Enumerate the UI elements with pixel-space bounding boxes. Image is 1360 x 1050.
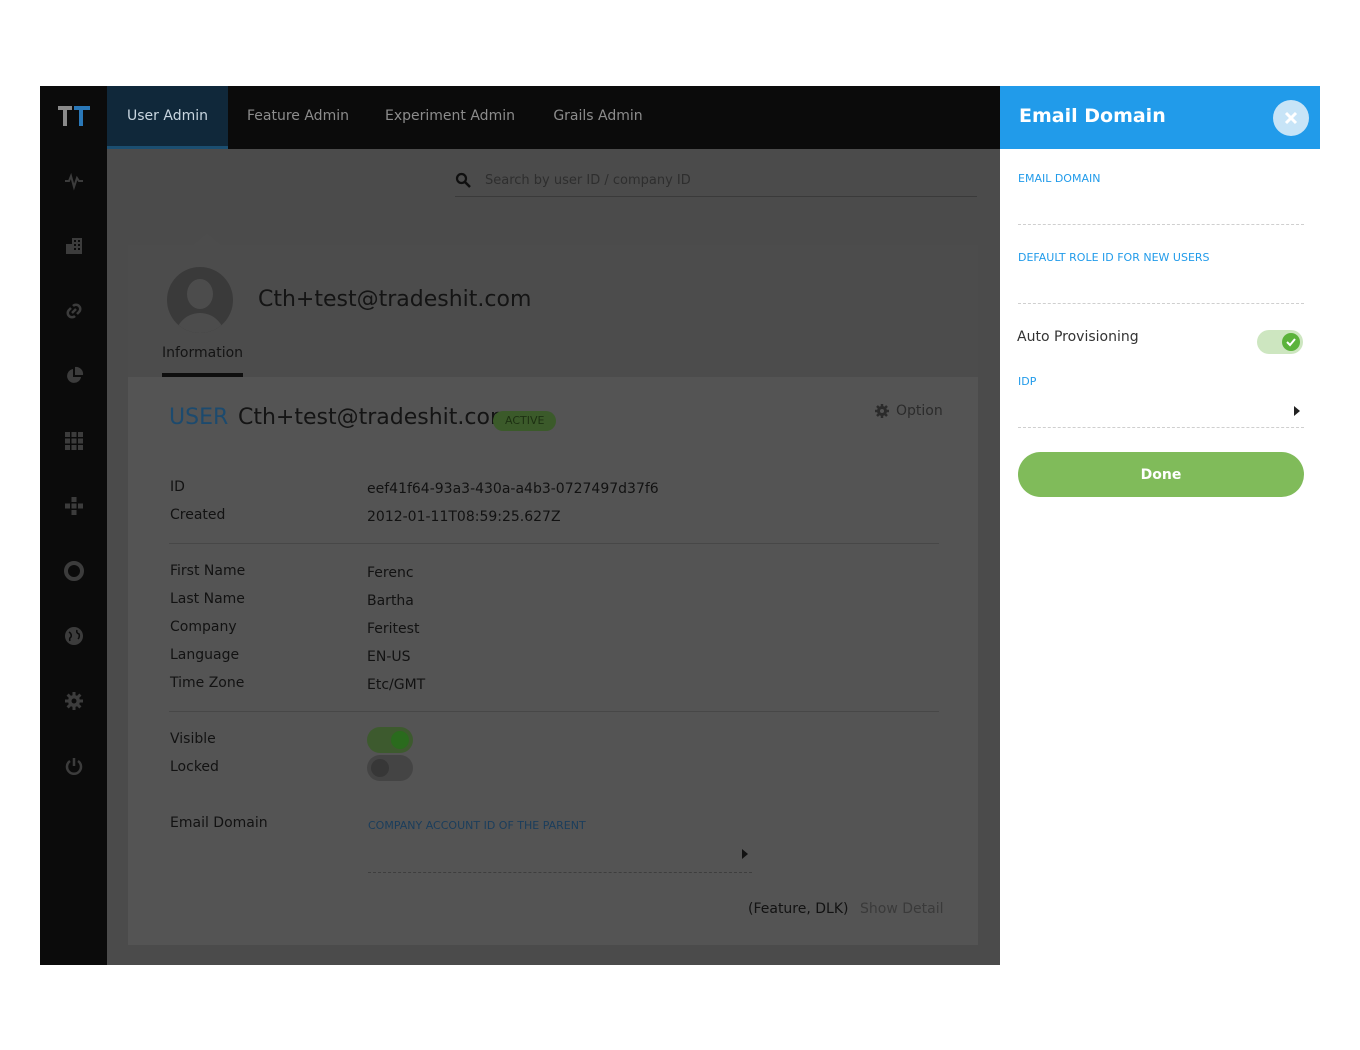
- user-heading: USER: [169, 405, 229, 430]
- sidebar-item-logout[interactable]: [40, 746, 107, 786]
- sidebar-item-network[interactable]: [40, 486, 107, 526]
- first-name-label: First Name: [170, 563, 246, 579]
- caret-right-icon: [742, 849, 748, 859]
- power-icon: [65, 758, 82, 775]
- auto-provisioning-toggle[interactable]: [1257, 330, 1303, 354]
- option-button[interactable]: Option: [874, 403, 943, 419]
- user-email: Cth+test@tradeshit.com: [238, 405, 512, 430]
- timezone-value: Etc/GMT: [367, 677, 426, 693]
- last-name-value: Bartha: [367, 593, 414, 609]
- toggle-knob: [1282, 333, 1300, 351]
- show-detail-link[interactable]: Show Detail: [860, 901, 943, 917]
- top-nav: User Admin Feature Admin Experiment Admi…: [107, 86, 1000, 149]
- sidebar-rail: [40, 86, 107, 965]
- search-bar: [455, 167, 977, 197]
- company-label: Company: [170, 619, 237, 635]
- close-button[interactable]: [1273, 100, 1309, 136]
- sidebar-item-companies[interactable]: [40, 226, 107, 266]
- avatar: [167, 267, 233, 333]
- company-value: Feritest: [367, 621, 420, 637]
- sidebar-item-support[interactable]: [40, 551, 107, 591]
- done-button[interactable]: Done: [1018, 452, 1304, 497]
- idp-label: IDP: [1018, 375, 1037, 388]
- search-input[interactable]: [485, 169, 965, 191]
- idp-select[interactable]: [1018, 394, 1304, 428]
- pulse-icon: [64, 172, 83, 191]
- app-logo-icon: [58, 106, 90, 126]
- tab-feature-admin[interactable]: Feature Admin: [238, 86, 358, 149]
- visible-toggle[interactable]: [367, 727, 413, 753]
- dots-cross-icon: [64, 497, 83, 515]
- locked-label: Locked: [170, 759, 219, 775]
- tab-user-admin[interactable]: User Admin: [107, 86, 228, 149]
- app-window: User Admin Feature Admin Experiment Admi…: [40, 86, 1000, 965]
- language-value: EN-US: [367, 649, 411, 665]
- avatar-head: [187, 279, 213, 309]
- email-domain-input[interactable]: [1018, 197, 1304, 225]
- gear-icon: [64, 692, 83, 710]
- default-role-field-label: DEFAULT ROLE ID FOR NEW USERS: [1018, 251, 1210, 264]
- tab-grails-admin[interactable]: Grails Admin: [545, 86, 651, 149]
- gear-icon: [875, 404, 889, 418]
- profile-name: Cth+test@tradeshit.com: [258, 287, 532, 312]
- profile-header: Cth+test@tradeshit.com Information: [128, 233, 978, 377]
- pie-chart-icon: [66, 366, 83, 383]
- globe-icon: [64, 627, 83, 645]
- default-role-input[interactable]: [1018, 276, 1304, 304]
- panel-title: Email Domain: [1019, 105, 1166, 127]
- created-value: 2012-01-11T08:59:25.627Z: [367, 509, 561, 525]
- tab-experiment-admin[interactable]: Experiment Admin: [379, 86, 521, 149]
- grid-icon: [64, 432, 83, 450]
- feature-summary: (Feature, DLK): [748, 901, 849, 917]
- link-icon: [66, 303, 81, 319]
- panel-header: Email Domain: [1000, 86, 1320, 149]
- divider: [169, 543, 939, 544]
- sidebar-item-settings[interactable]: [40, 681, 107, 721]
- lifebuoy-icon: [63, 561, 84, 581]
- profile-card: Cth+test@tradeshit.com Information USER …: [128, 233, 978, 945]
- close-icon: [1284, 111, 1298, 125]
- locked-toggle[interactable]: [367, 755, 413, 781]
- check-icon: [1286, 338, 1296, 347]
- sidebar-item-global[interactable]: [40, 616, 107, 656]
- toggle-knob: [391, 731, 409, 749]
- sidebar-item-apps[interactable]: [40, 421, 107, 461]
- first-name-value: Ferenc: [367, 565, 414, 581]
- email-domain-label: Email Domain: [170, 815, 268, 831]
- email-domain-field-label: EMAIL DOMAIN: [1018, 172, 1101, 185]
- main-content: Cth+test@tradeshit.com Information USER …: [107, 149, 1000, 965]
- timezone-label: Time Zone: [170, 675, 245, 691]
- divider: [169, 711, 939, 712]
- status-badge: ACTIVE: [493, 411, 557, 431]
- sidebar-item-links[interactable]: [40, 291, 107, 331]
- auto-provisioning-label: Auto Provisioning: [1017, 329, 1139, 345]
- sidebar-item-reports[interactable]: [40, 356, 107, 396]
- id-value: eef41f64-93a3-430a-a4b3-0727497d37f6: [367, 481, 659, 497]
- sidebar-item-activity[interactable]: [40, 161, 107, 201]
- tab-information[interactable]: Information: [162, 345, 243, 377]
- caret-right-icon: [1294, 406, 1300, 416]
- search-icon: [455, 172, 471, 188]
- parent-account-select[interactable]: [368, 835, 752, 873]
- created-label: Created: [170, 507, 226, 523]
- card-pointer: [193, 233, 221, 245]
- visible-label: Visible: [170, 731, 216, 747]
- option-label: Option: [896, 403, 943, 419]
- language-label: Language: [170, 647, 240, 663]
- parent-account-caption: COMPANY ACCOUNT ID OF THE PARENT: [368, 819, 586, 832]
- last-name-label: Last Name: [170, 591, 245, 607]
- toggle-knob: [371, 759, 389, 777]
- id-label: ID: [170, 479, 185, 495]
- email-domain-panel: Email Domain EMAIL DOMAIN DEFAULT ROLE I…: [1000, 86, 1320, 965]
- building-icon: [65, 238, 82, 254]
- avatar-body: [175, 313, 225, 333]
